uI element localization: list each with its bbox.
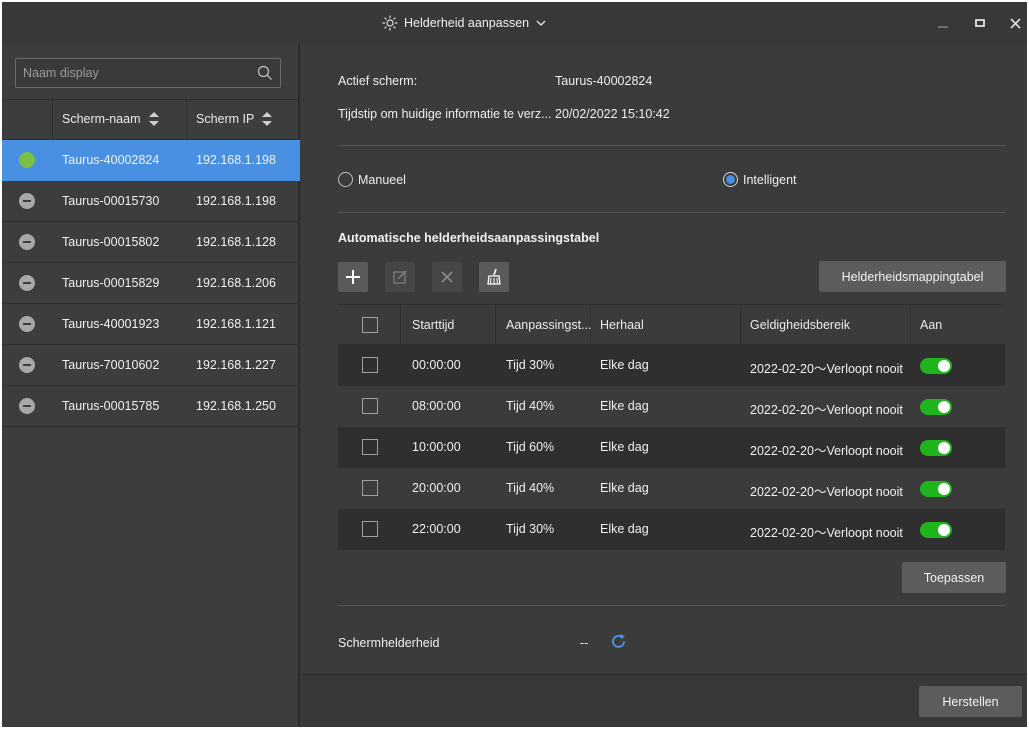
enabled-toggle[interactable] [920,399,952,415]
title-bar: Helderheid aanpassen [2,2,1027,44]
screen-table-header: Scherm-naam Scherm IP [2,99,300,140]
row-checkbox[interactable] [362,521,378,537]
screen-name: Taurus-70010602 [62,358,160,372]
screen-name: Taurus-40001923 [62,317,160,331]
divider [338,212,1005,213]
fetch-time-value: 20/02/2022 15:10:42 [555,107,670,121]
screen-row[interactable]: Taurus-00015829 192.168.1.206 [2,263,300,304]
search-box [15,58,281,88]
schedule-table-header: Starttijd Aanpassingst... Herhaal Geldig… [338,304,1005,345]
row-checkbox[interactable] [362,398,378,414]
sort-icon [148,112,159,126]
screen-name: Taurus-00015829 [62,276,160,290]
add-button[interactable] [338,262,368,292]
row-checkbox[interactable] [362,480,378,496]
screen-ip: 192.168.1.198 [196,153,276,167]
schedule-title: Automatische helderheidsaanpassingstabel [338,231,600,245]
status-offline-icon [19,357,35,373]
column-header-validity[interactable]: Geldigheidsbereik [750,318,850,332]
plus-icon [346,270,360,284]
column-header-ip[interactable]: Scherm IP [196,112,273,126]
radio-unchecked-icon [338,172,353,187]
radio-manual[interactable]: Manueel [338,172,406,187]
edit-button[interactable] [385,262,415,292]
screen-row[interactable]: Taurus-00015802 192.168.1.128 [2,222,300,263]
window-title: Helderheid aanpassen [404,16,530,30]
radio-intelligent[interactable]: Intelligent [723,172,797,187]
divider [338,605,1005,606]
status-offline-icon [19,316,35,332]
screen-name: Taurus-00015730 [62,194,160,208]
column-header-enabled[interactable]: Aan [920,318,942,332]
brightness-window: Helderheid aanpassen Scherm-naam [2,2,1027,727]
divider [338,145,1005,146]
schedule-row[interactable]: 08:00:00 Tijd 40% Elke dag 2022-02-20～Ve… [338,386,1005,427]
active-screen-value: Taurus-40002824 [555,74,653,88]
screen-ip: 192.168.1.121 [196,317,276,331]
status-offline-icon [19,275,35,291]
clear-button[interactable] [479,262,509,292]
sort-icon [262,112,273,126]
mapping-table-button[interactable]: Helderheidsmappingtabel [819,261,1006,292]
radio-checked-icon [723,172,738,187]
minimize-button[interactable] [934,14,952,32]
column-header-adjust[interactable]: Aanpassingst... [506,318,591,332]
schedule-row[interactable]: 10:00:00 Tijd 60% Elke dag 2022-02-20～Ve… [338,427,1005,468]
status-online-icon [19,152,35,168]
reset-button[interactable]: Herstellen [919,686,1022,717]
search-input[interactable] [16,59,252,87]
status-offline-icon [19,398,35,414]
footer-bar: Herstellen [302,674,1027,727]
enabled-toggle[interactable] [920,358,952,374]
enabled-toggle[interactable] [920,481,952,497]
row-checkbox[interactable] [362,357,378,373]
screen-row[interactable]: Taurus-00015730 192.168.1.198 [2,181,300,222]
broom-icon [487,268,501,285]
active-screen-label: Actief scherm: [338,74,418,88]
search-icon[interactable] [257,65,273,84]
column-header-repeat[interactable]: Herhaal [600,318,644,332]
enabled-toggle[interactable] [920,522,952,538]
screen-ip: 192.168.1.227 [196,358,276,372]
schedule-row[interactable]: 00:00:00 Tijd 30% Elke dag 2022-02-20～Ve… [338,345,1005,386]
chevron-down-icon [535,17,547,29]
screen-name: Taurus-00015785 [62,399,160,413]
screen-ip: 192.168.1.128 [196,235,276,249]
settings-panel: Actief scherm: Taurus-40002824 Tijdstip … [302,44,1027,674]
title-dropdown[interactable]: Helderheid aanpassen [382,14,547,32]
close-button[interactable] [1006,14,1024,32]
screen-ip: 192.168.1.206 [196,276,276,290]
brightness-value: -- [580,636,589,650]
enabled-toggle[interactable] [920,440,952,456]
screen-row[interactable]: Taurus-40002824 192.168.1.198 [2,140,300,181]
apply-button[interactable]: Toepassen [902,562,1006,593]
screen-name: Taurus-00015802 [62,235,160,249]
maximize-button[interactable] [971,14,989,32]
screen-row[interactable]: Taurus-00015785 192.168.1.250 [2,386,300,427]
select-all-checkbox[interactable] [362,317,378,333]
column-header-name[interactable]: Scherm-naam [62,112,159,126]
brightness-label: Schermhelderheid [338,636,440,650]
sun-icon [382,15,398,31]
row-checkbox[interactable] [362,439,378,455]
status-offline-icon [19,234,35,250]
screen-list-panel: Scherm-naam Scherm IP Taurus-40002824 19… [2,44,300,727]
edit-icon [393,270,407,284]
fetch-time-label: Tijdstip om huidige informatie te verz..… [338,107,552,121]
screen-ip: 192.168.1.198 [196,194,276,208]
schedule-row[interactable]: 22:00:00 Tijd 30% Elke dag 2022-02-20～Ve… [338,509,1005,550]
schedule-row[interactable]: 20:00:00 Tijd 40% Elke dag 2022-02-20～Ve… [338,468,1005,509]
screen-ip: 192.168.1.250 [196,399,276,413]
screen-row[interactable]: Taurus-70010602 192.168.1.227 [2,345,300,386]
close-icon [441,271,453,283]
screen-row[interactable]: Taurus-40001923 192.168.1.121 [2,304,300,345]
screen-name: Taurus-40002824 [62,153,160,167]
refresh-icon[interactable] [610,633,627,653]
delete-button[interactable] [432,262,462,292]
column-header-start[interactable]: Starttijd [412,318,454,332]
status-offline-icon [19,193,35,209]
